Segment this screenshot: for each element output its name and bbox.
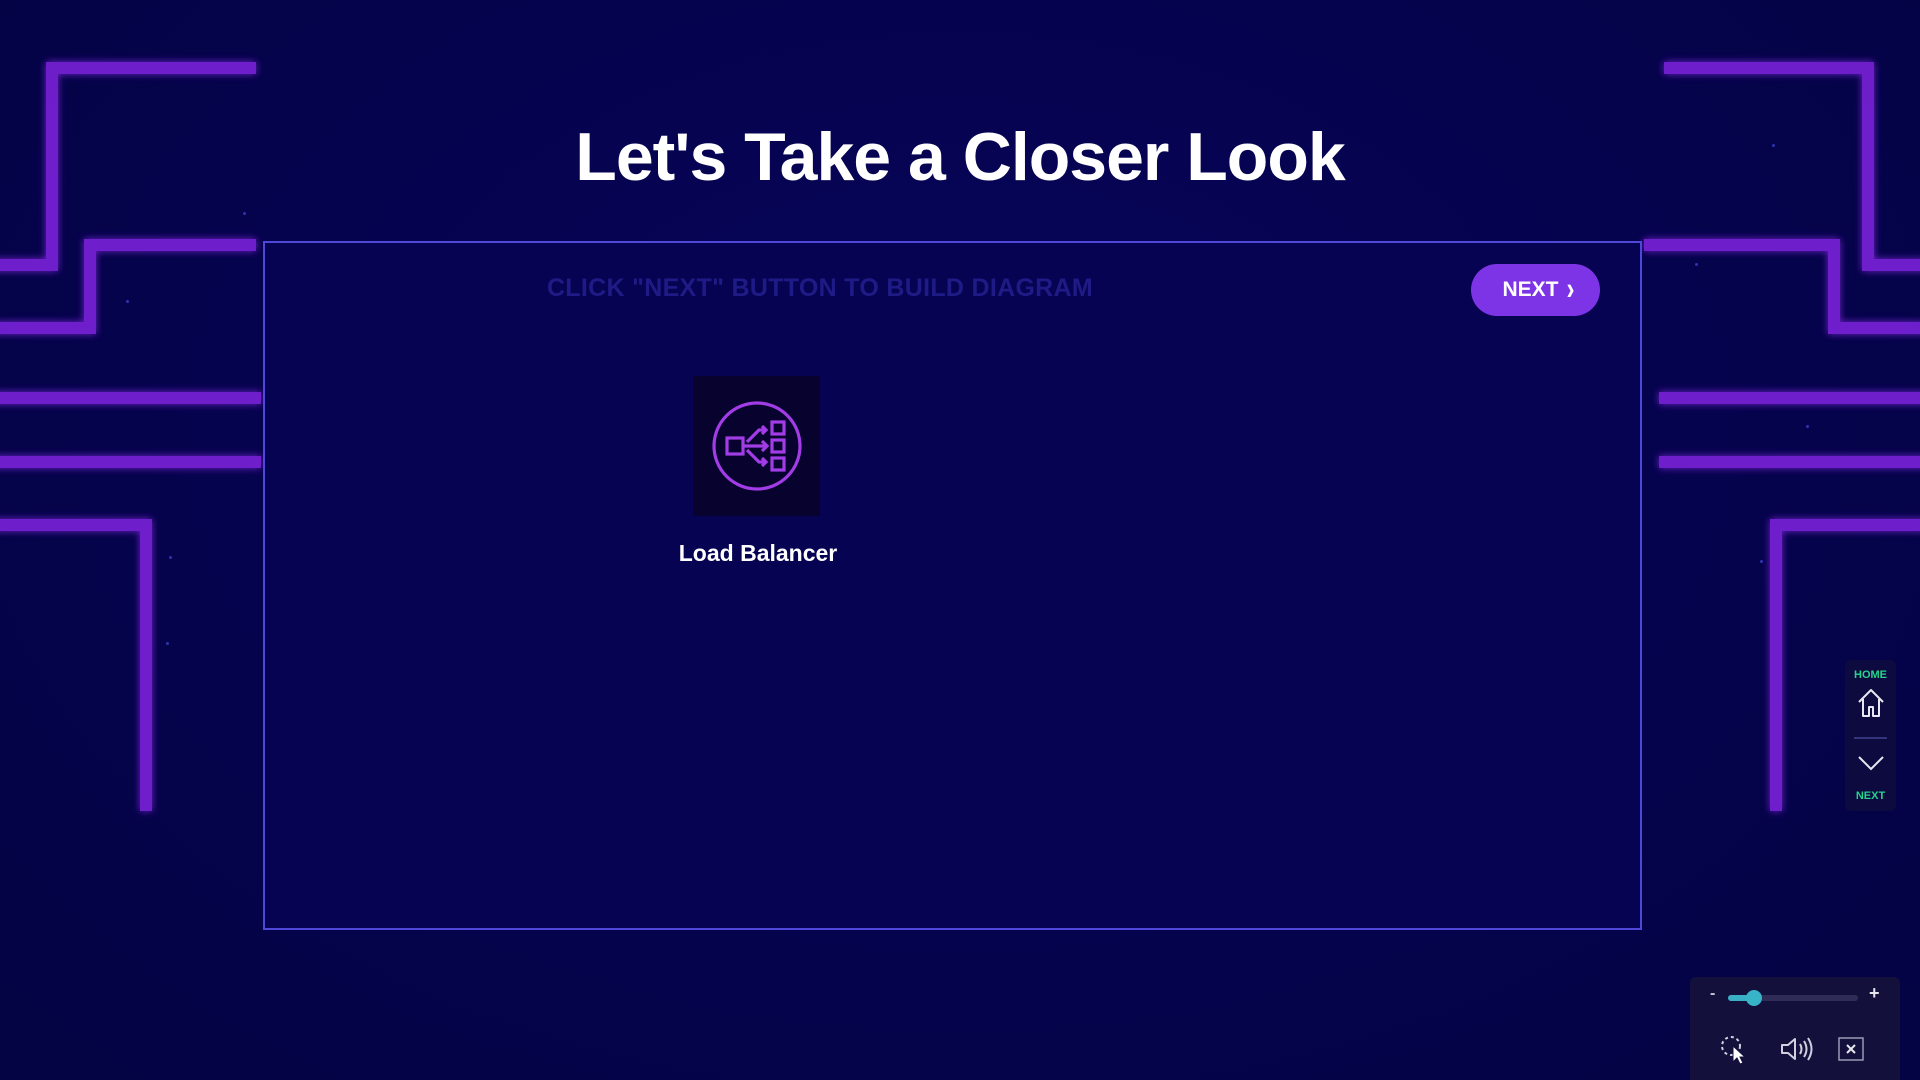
home-icon[interactable] bbox=[1856, 686, 1886, 720]
nav-divider bbox=[1854, 737, 1887, 739]
zoom-slider[interactable] bbox=[1728, 990, 1858, 1006]
close-icon[interactable] bbox=[1837, 1036, 1865, 1062]
load-balancer-label: Load Balancer bbox=[678, 540, 838, 566]
player-controls: - + bbox=[1690, 977, 1900, 1080]
load-balancer-icon bbox=[711, 401, 802, 491]
volume-icon[interactable] bbox=[1778, 1035, 1814, 1063]
cursor-highlight-icon[interactable] bbox=[1718, 1033, 1750, 1065]
chevron-down-icon[interactable] bbox=[1856, 750, 1886, 776]
load-balancer-node bbox=[693, 376, 820, 516]
star-dot bbox=[1806, 425, 1809, 428]
star-dot bbox=[1695, 263, 1698, 266]
next-nav-label: NEXT bbox=[1855, 790, 1886, 802]
next-button-label: NEXT bbox=[1502, 278, 1559, 301]
star-dot bbox=[243, 212, 246, 215]
side-navigation: HOME NEXT bbox=[1845, 660, 1896, 811]
zoom-slider-thumb[interactable] bbox=[1746, 990, 1762, 1006]
slide-background: Let's Take a Closer Look CLICK "NEXT" BU… bbox=[0, 0, 1920, 1080]
page-title: Let's Take a Closer Look bbox=[575, 119, 1345, 195]
star-dot bbox=[1760, 560, 1763, 563]
next-button[interactable]: NEXT › bbox=[1471, 264, 1600, 316]
build-diagram-instruction: CLICK "NEXT" BUTTON TO BUILD DIAGRAM bbox=[546, 274, 1094, 302]
chevron-right-icon: › bbox=[1566, 271, 1575, 307]
zoom-in-button[interactable]: + bbox=[1869, 983, 1880, 1004]
star-dot bbox=[169, 556, 172, 559]
diagram-panel bbox=[263, 241, 1642, 930]
home-label: HOME bbox=[1854, 669, 1887, 681]
zoom-out-button[interactable]: - bbox=[1710, 985, 1715, 1003]
star-dot bbox=[166, 642, 169, 645]
